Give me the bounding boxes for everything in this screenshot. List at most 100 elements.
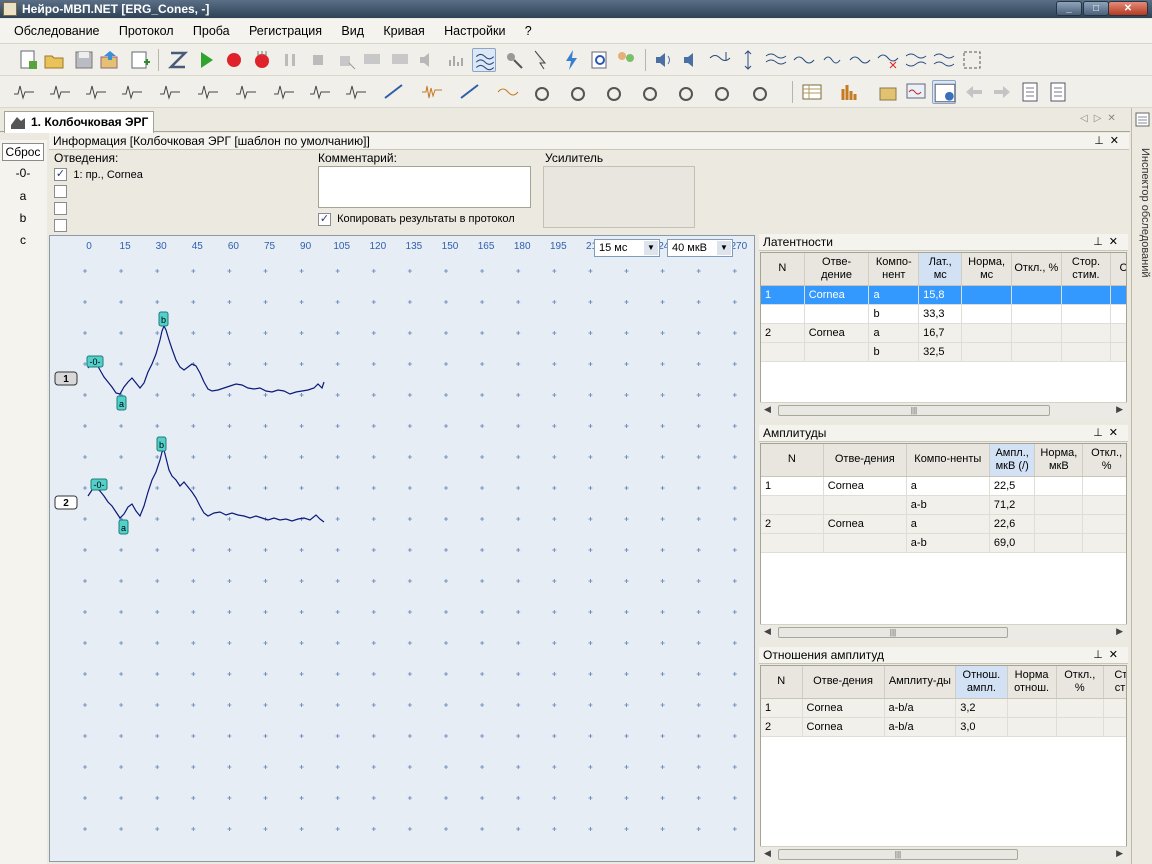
col-components[interactable]: Компо-ненты	[906, 444, 990, 477]
reset-button[interactable]: Сброс	[2, 143, 44, 161]
comment-field[interactable]	[318, 166, 531, 208]
forward-icon[interactable]	[990, 80, 1014, 104]
z-icon[interactable]	[166, 48, 190, 72]
test-f-icon[interactable]	[84, 80, 108, 104]
filter-icon[interactable]	[472, 48, 496, 72]
col-amplitudes[interactable]: Амплиту-ды	[884, 666, 957, 699]
needle-icon[interactable]	[382, 80, 406, 104]
cursor-icon[interactable]	[530, 48, 554, 72]
lead-1-checkbox[interactable]: ✓	[54, 168, 67, 182]
window-info-icon[interactable]	[932, 80, 956, 104]
table-row[interactable]: a-b 69,0	[761, 533, 1126, 553]
copy-results-checkbox[interactable]: ✓	[318, 213, 331, 226]
table-row[interactable]: 2 Cornea a-b/a 3,0	[761, 717, 1126, 737]
col-n[interactable]: N	[761, 444, 824, 477]
wave-icon[interactable]	[792, 48, 816, 72]
maximize-button[interactable]: □	[1083, 1, 1109, 16]
marker-item-c[interactable]: c	[0, 233, 46, 247]
test-m-icon[interactable]	[12, 80, 36, 104]
new-exam-icon[interactable]	[16, 48, 40, 72]
table-row[interactable]: 2 Cornea a 16,7	[761, 323, 1126, 343]
wheel6-icon[interactable]	[712, 80, 736, 104]
doc-icon[interactable]	[1018, 80, 1042, 104]
sound-icon[interactable]	[416, 48, 440, 72]
wheel-icon[interactable]	[532, 80, 556, 104]
wave-marker-icon[interactable]	[848, 48, 872, 72]
add-icon[interactable]	[128, 48, 152, 72]
col-deviation[interactable]: Откл., %	[1082, 444, 1126, 477]
waves-icon[interactable]	[764, 48, 788, 72]
col-n[interactable]: N	[761, 253, 805, 286]
lightning-icon[interactable]	[560, 48, 584, 72]
marker-item-0[interactable]: -0-	[0, 166, 46, 180]
probe-icon[interactable]	[502, 48, 526, 72]
minimize-button[interactable]: _	[1056, 1, 1082, 16]
col-latency[interactable]: Лат., мс	[918, 253, 963, 286]
wheel2-icon[interactable]	[568, 80, 592, 104]
test-m2-icon[interactable]	[272, 80, 296, 104]
speaker-icon[interactable]	[652, 48, 676, 72]
histogram-icon[interactable]	[838, 80, 862, 104]
tab-scroll-buttons[interactable]: ◁▷✕	[1080, 113, 1122, 124]
lead-3-checkbox[interactable]	[54, 202, 67, 216]
wave-down-icon[interactable]	[708, 48, 732, 72]
table-row[interactable]: a-b 71,2	[761, 495, 1126, 515]
ratio-hscroll[interactable]: ◀ ||| ▶	[760, 846, 1127, 862]
menu-registration[interactable]: Регистрация	[241, 19, 330, 44]
panel-pin-close[interactable]: ⊥✕	[1093, 647, 1124, 663]
table-row[interactable]: b 33,3	[761, 304, 1126, 324]
table-icon[interactable]	[800, 80, 824, 104]
test-s-icon[interactable]	[48, 80, 72, 104]
close-button[interactable]: ✕	[1108, 1, 1148, 16]
amplitude-hscroll[interactable]: ◀ ||| ▶	[760, 624, 1127, 640]
menu-view[interactable]: Вид	[333, 19, 372, 44]
record-icon[interactable]	[222, 48, 246, 72]
col-lead[interactable]: Отве-дение	[804, 253, 870, 286]
selection-icon[interactable]	[960, 48, 984, 72]
col-stim-side[interactable]: Стор стим	[1103, 666, 1126, 699]
test-t-icon[interactable]	[196, 80, 220, 104]
panel-pin-close[interactable]: ⊥✕	[1093, 425, 1124, 441]
wheel7-icon[interactable]	[750, 80, 774, 104]
erg-plot[interactable]: 0153045607590105120135150165180195210225…	[49, 235, 755, 862]
col-leads[interactable]: Отве-дения	[802, 666, 885, 699]
wave-small-icon[interactable]	[820, 48, 844, 72]
amplitude-table[interactable]: N Отве-дения Компо-ненты Ампл., мкВ (/) …	[761, 444, 1126, 553]
print-icon[interactable]	[360, 48, 384, 72]
find-icon[interactable]	[588, 48, 612, 72]
col-amplitude[interactable]: Ампл., мкВ (/)	[989, 444, 1036, 477]
menu-probe[interactable]: Проба	[185, 19, 238, 44]
inspector-sidebar[interactable]: Инспектор обследований	[1131, 108, 1152, 864]
record-stop-icon[interactable]	[250, 48, 274, 72]
marker-item-b[interactable]: b	[0, 211, 46, 225]
table-row[interactable]: 1 Cornea a-b/a 3,2	[761, 698, 1126, 718]
print-preview-icon[interactable]	[388, 48, 412, 72]
marker-item-a[interactable]: a	[0, 189, 46, 203]
doc2-icon[interactable]	[1046, 80, 1070, 104]
col-component[interactable]: Компо-нент	[868, 253, 920, 286]
ratio-table[interactable]: N Отве-дения Амплиту-ды Отнош. ампл. Нор…	[761, 666, 1126, 737]
latency-table[interactable]: N Отве-дение Компо-нент Лат., мс Норма, …	[761, 253, 1126, 362]
open-icon[interactable]	[42, 48, 66, 72]
latency-hscroll[interactable]: ◀ ||| ▶	[760, 402, 1127, 418]
amplitude-scale-select[interactable]: 40 мкВ ▼	[667, 239, 733, 257]
test-s2-icon[interactable]	[234, 80, 258, 104]
wave-delete-icon[interactable]	[876, 48, 900, 72]
copy-results-row[interactable]: ✓ Копировать результаты в протокол	[318, 213, 515, 226]
wheel4-icon[interactable]	[640, 80, 664, 104]
col-ratio[interactable]: Отнош. ампл.	[955, 666, 1008, 699]
lead-1-row[interactable]: ✓ 1: пр., Cornea	[54, 167, 143, 182]
wave-mirror-icon[interactable]	[904, 48, 928, 72]
bars-icon[interactable]	[444, 48, 468, 72]
back-icon[interactable]	[962, 80, 986, 104]
wave-test-icon[interactable]	[496, 80, 520, 104]
erase-icon[interactable]	[334, 48, 358, 72]
menu-exam[interactable]: Обследование	[0, 19, 108, 44]
burst-icon[interactable]	[420, 80, 444, 104]
col-leads[interactable]: Отве-дения	[823, 444, 907, 477]
table-row[interactable]: 1 Cornea a 15,8	[761, 285, 1126, 305]
wave-compare-icon[interactable]	[932, 48, 956, 72]
tab-cones-erg[interactable]: 1. Колбочковая ЭРГ	[4, 111, 154, 133]
test-db-icon[interactable]	[158, 80, 182, 104]
col-deviation[interactable]: Откл., %	[1056, 666, 1104, 699]
